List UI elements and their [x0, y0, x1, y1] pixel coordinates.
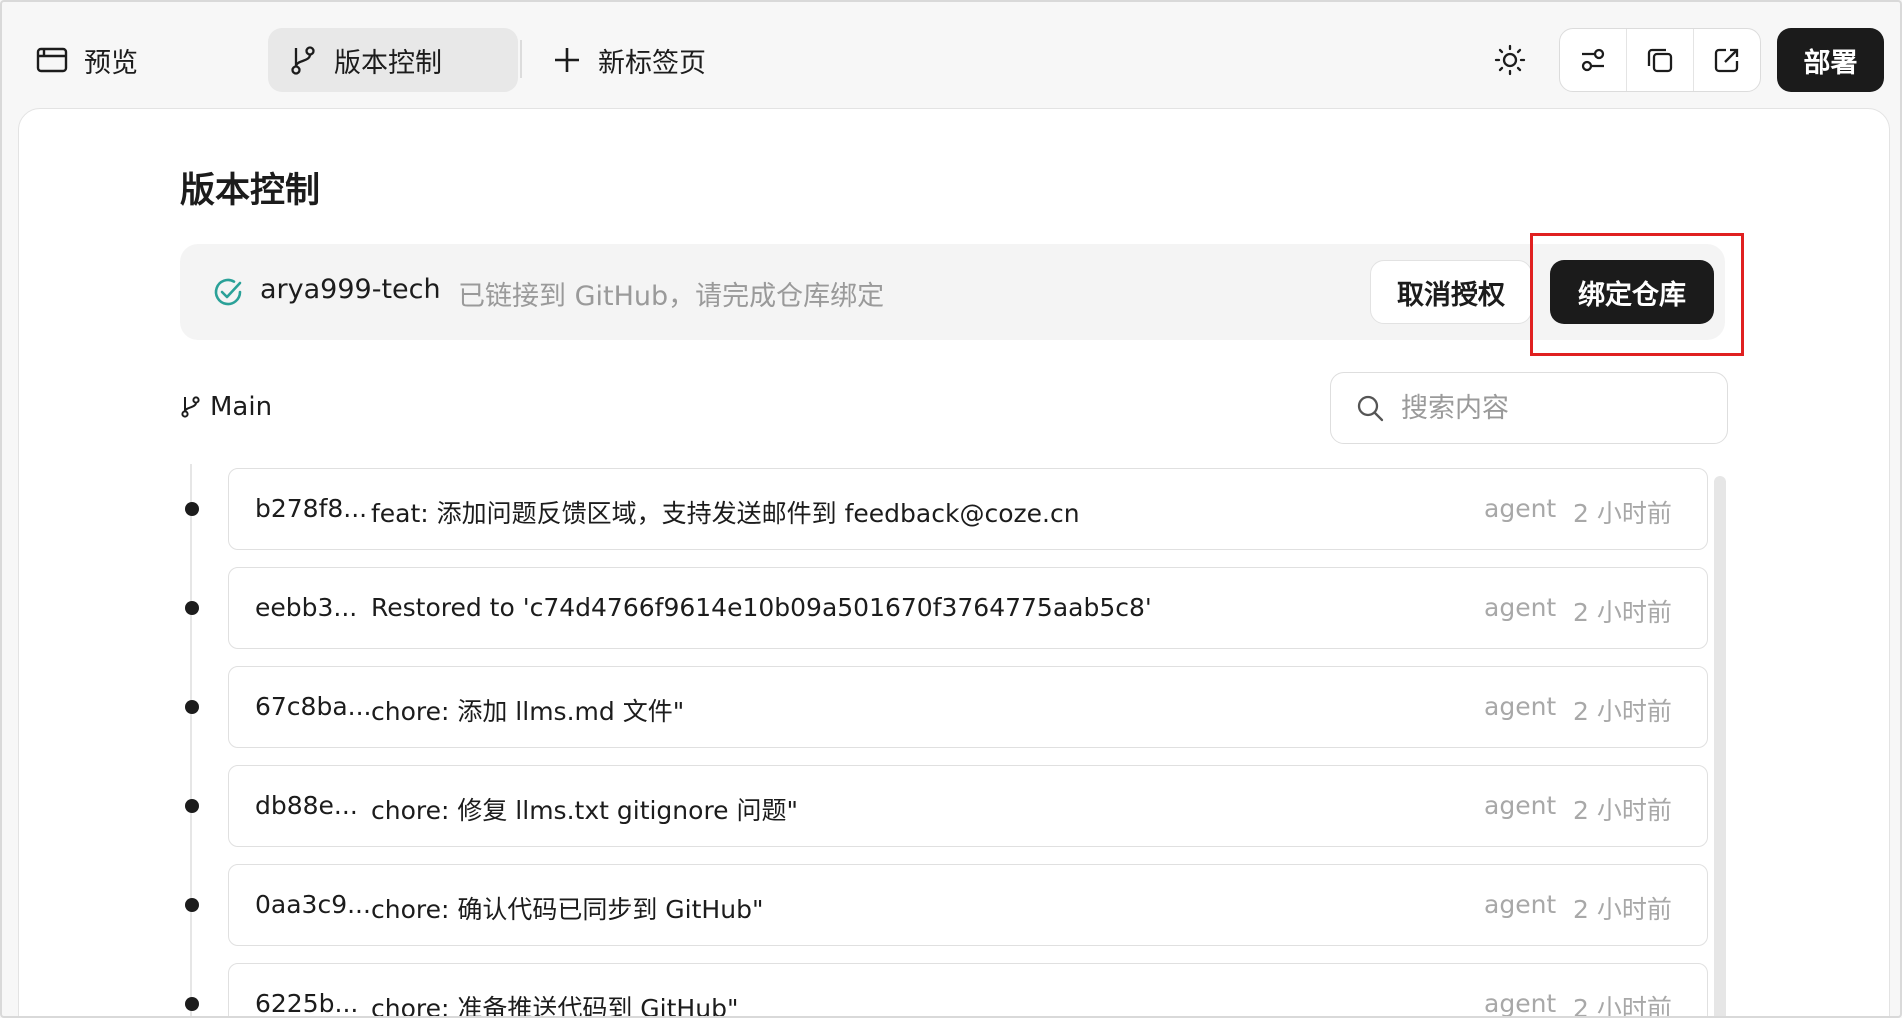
top-bar: 预览 版本控制 新标签页 部署: [2, 2, 1900, 108]
commit-hash: b278f8...: [255, 494, 368, 523]
commit-hash: 6225b...: [255, 989, 359, 1018]
commit-message: chore: 准备推送代码到 GitHub": [371, 994, 739, 1018]
app-window: 预览 版本控制 新标签页 部署 版本控制 arya999-tech 已链接到 G…: [0, 0, 1902, 1018]
browser-window-icon: [36, 47, 68, 73]
open-external-button[interactable]: [1693, 29, 1760, 91]
commit-hash: db88e...: [255, 791, 358, 820]
timeline-dot: [185, 799, 199, 813]
commit-author: agent: [1484, 989, 1557, 1018]
copy-button[interactable]: [1626, 29, 1693, 91]
check-circle-icon: [214, 278, 242, 306]
timeline-dot: [185, 700, 199, 714]
commit-message: chore: 确认代码已同步到 GitHub": [371, 895, 764, 924]
scrollbar[interactable]: [1714, 476, 1726, 1016]
commit-message: chore: 修复 llms.txt gitignore 问题": [371, 796, 799, 825]
commit-time: 2 小时前: [1573, 895, 1672, 924]
commit-author: agent: [1484, 494, 1557, 523]
tab-new[interactable]: 新标签页: [532, 28, 726, 92]
commit-author: agent: [1484, 791, 1557, 820]
timeline-dot: [185, 601, 199, 615]
plus-icon: [555, 48, 579, 72]
tab-divider: [520, 40, 522, 78]
copy-icon: [1647, 48, 1673, 73]
commit-row[interactable]: 67c8ba... chore: 添加 llms.md 文件" agent 2 …: [228, 666, 1708, 748]
theme-toggle-button[interactable]: [1482, 32, 1538, 88]
revoke-authorization-button[interactable]: 取消授权: [1370, 260, 1532, 324]
timeline-dot: [185, 997, 199, 1011]
commit-row[interactable]: 0aa3c9... chore: 确认代码已同步到 GitHub" agent …: [228, 864, 1708, 946]
branch-name: Main: [210, 392, 273, 422]
git-branch-icon: [181, 396, 200, 418]
settings-button[interactable]: [1560, 29, 1626, 91]
timeline-dot: [185, 502, 199, 516]
commit-row[interactable]: eebb3... Restored to 'c74d4766f9614e10b0…: [228, 567, 1708, 649]
tab-preview-label: 预览: [84, 47, 138, 79]
search-box[interactable]: [1330, 372, 1728, 444]
github-username: arya999-tech: [260, 274, 441, 305]
commit-message: Restored to 'c74d4766f9614e10b09a501670f…: [371, 593, 1152, 622]
git-branch-icon: [291, 46, 315, 75]
commit-row[interactable]: 6225b... chore: 准备推送代码到 GitHub" agent 2 …: [228, 963, 1708, 1018]
tab-new-label: 新标签页: [598, 47, 706, 79]
github-status-message: 已链接到 GitHub，请完成仓库绑定: [458, 281, 885, 312]
timeline-dot: [185, 898, 199, 912]
external-link-icon: [1714, 48, 1739, 73]
toolbar-icon-group: [1559, 28, 1761, 92]
commit-hash: 67c8ba...: [255, 692, 372, 721]
branch-selector[interactable]: Main: [180, 392, 272, 422]
commit-time: 2 小时前: [1573, 994, 1672, 1018]
sliders-icon: [1581, 48, 1605, 72]
page-title: 版本控制: [180, 171, 321, 211]
commit-row[interactable]: b278f8... feat: 添加问题反馈区域，支持发送邮件到 feedbac…: [228, 468, 1708, 550]
commit-time: 2 小时前: [1573, 697, 1672, 726]
tab-version-control[interactable]: 版本控制: [268, 28, 518, 92]
search-icon: [1357, 395, 1384, 422]
tab-preview[interactable]: 预览: [16, 28, 158, 92]
timeline-line: [190, 464, 192, 1016]
deploy-button[interactable]: 部署: [1777, 28, 1884, 92]
tab-version-control-label: 版本控制: [334, 47, 442, 79]
commit-author: agent: [1484, 692, 1557, 721]
commit-message: chore: 添加 llms.md 文件": [371, 697, 685, 726]
commit-hash: eebb3...: [255, 593, 358, 622]
commit-time: 2 小时前: [1573, 499, 1672, 528]
commit-time: 2 小时前: [1573, 598, 1672, 627]
commit-hash: 0aa3c9...: [255, 890, 371, 919]
sun-icon: [1494, 44, 1526, 76]
commit-author: agent: [1484, 593, 1557, 622]
commit-row[interactable]: db88e... chore: 修复 llms.txt gitignore 问题…: [228, 765, 1708, 847]
commit-author: agent: [1484, 890, 1557, 919]
commit-time: 2 小时前: [1573, 796, 1672, 825]
highlight-box: [1530, 233, 1744, 356]
commit-message: feat: 添加问题反馈区域，支持发送邮件到 feedback@coze.cn: [371, 499, 1080, 528]
search-input[interactable]: [1401, 392, 1701, 424]
